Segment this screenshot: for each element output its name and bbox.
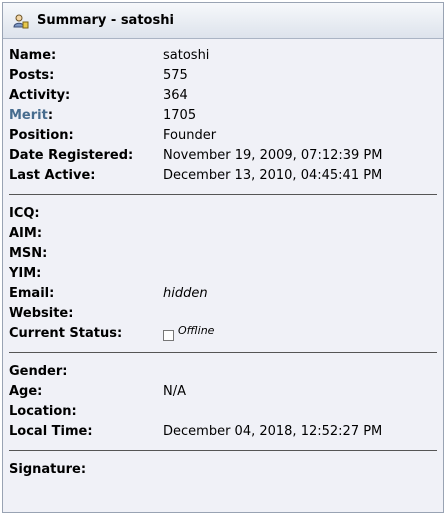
aim-row: AIM: bbox=[9, 224, 437, 244]
panel-header: Summary - satoshi bbox=[3, 3, 443, 39]
name-label: Name: bbox=[9, 48, 57, 63]
gender-label: Gender: bbox=[9, 364, 68, 379]
local-time-value: December 04, 2018, 12:52:27 PM bbox=[163, 424, 383, 439]
msn-label: MSN: bbox=[9, 246, 48, 261]
activity-label: Activity: bbox=[9, 88, 71, 103]
current-status-label: Current Status: bbox=[9, 326, 123, 341]
status-text: Offline bbox=[178, 324, 215, 337]
date-registered-row: Date Registered: November 19, 2009, 07:1… bbox=[9, 146, 437, 166]
age-row: Age: N/A bbox=[9, 382, 437, 402]
email-label: Email: bbox=[9, 286, 55, 301]
merit-colon: : bbox=[47, 108, 54, 123]
activity-value: 364 bbox=[163, 88, 188, 103]
position-label: Position: bbox=[9, 128, 74, 143]
posts-row: Posts: 575 bbox=[9, 66, 437, 86]
section-divider bbox=[9, 352, 437, 353]
yim-label: YIM: bbox=[9, 266, 42, 281]
name-row: Name: satoshi bbox=[9, 46, 437, 66]
position-row: Position: Founder bbox=[9, 126, 437, 146]
age-value: N/A bbox=[163, 384, 186, 399]
icq-label: ICQ: bbox=[9, 206, 40, 221]
name-value: satoshi bbox=[163, 48, 210, 63]
msn-row: MSN: bbox=[9, 244, 437, 264]
last-active-row: Last Active: December 13, 2010, 04:45:41… bbox=[9, 166, 437, 186]
signature-label: Signature: bbox=[9, 462, 87, 477]
website-label: Website: bbox=[9, 306, 74, 321]
location-label: Location: bbox=[9, 404, 77, 419]
email-row: Email: hidden bbox=[9, 284, 437, 304]
posts-label: Posts: bbox=[9, 68, 55, 83]
date-registered-value: November 19, 2009, 07:12:39 PM bbox=[163, 148, 383, 163]
yim-row: YIM: bbox=[9, 264, 437, 284]
signature-row: Signature: bbox=[9, 460, 437, 480]
posts-value: 575 bbox=[163, 68, 188, 83]
profile-summary-panel: Summary - satoshi Name: satoshi Posts: 5… bbox=[2, 2, 444, 513]
activity-row: Activity: 364 bbox=[9, 86, 437, 106]
merit-row: Merit: 1705 bbox=[9, 106, 437, 126]
email-value: hidden bbox=[163, 286, 208, 301]
last-active-label: Last Active: bbox=[9, 168, 96, 183]
current-status-row: Current Status: Offline bbox=[9, 324, 437, 344]
age-label: Age: bbox=[9, 384, 43, 399]
status-indicator: Offline bbox=[163, 324, 214, 344]
merit-value: 1705 bbox=[163, 108, 197, 123]
icq-row: ICQ: bbox=[9, 204, 437, 224]
local-time-label: Local Time: bbox=[9, 424, 93, 439]
last-active-value: December 13, 2010, 04:45:41 PM bbox=[163, 168, 383, 183]
aim-label: AIM: bbox=[9, 226, 43, 241]
page-title: Summary - satoshi bbox=[37, 13, 174, 28]
gender-row: Gender: bbox=[9, 362, 437, 382]
section-divider bbox=[9, 194, 437, 195]
website-row: Website: bbox=[9, 304, 437, 324]
date-registered-label: Date Registered: bbox=[9, 148, 134, 163]
position-value: Founder bbox=[163, 128, 217, 143]
location-row: Location: bbox=[9, 402, 437, 422]
user-profile-icon bbox=[13, 13, 29, 29]
offline-status-icon bbox=[163, 330, 174, 341]
local-time-row: Local Time: December 04, 2018, 12:52:27 … bbox=[9, 422, 437, 442]
section-divider bbox=[9, 450, 437, 451]
merit-link[interactable]: Merit bbox=[9, 108, 48, 123]
